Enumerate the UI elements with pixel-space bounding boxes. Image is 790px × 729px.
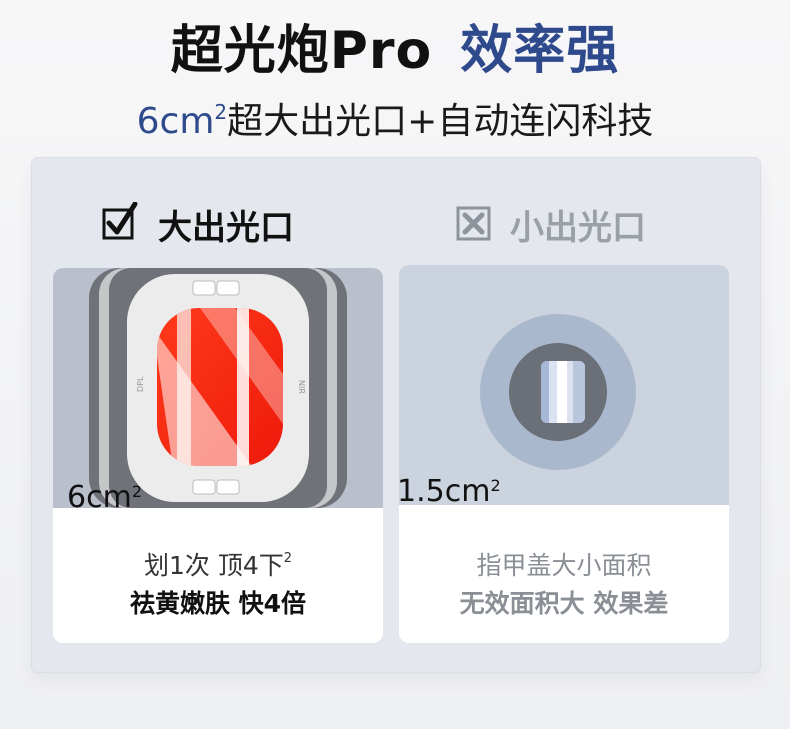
subtitle-number: 6cm xyxy=(136,101,215,142)
card-large-aperture: DPL NIR 6cm2 划1次 顶4下2 祛黄嫩肤 快4倍 xyxy=(53,268,383,643)
caption-small-line1: 指甲盖大小面积 xyxy=(476,551,652,580)
device-small-image xyxy=(399,265,729,505)
card-small-aperture: 1.5cm2 指甲盖大小面积 无效面积大 效果差 xyxy=(399,265,729,643)
subtitle-text: 超大出光口+自动连闪科技 xyxy=(227,101,654,142)
caption-large-line2: 祛黄嫩肤 快4倍 xyxy=(129,589,307,618)
page-title: 超光炮Pro 效率强 xyxy=(0,8,790,83)
subtitle-superscript: 2 xyxy=(214,100,228,124)
area-large-label: 6cm2 xyxy=(67,480,142,515)
checkbox-checked-icon xyxy=(102,202,138,240)
device-large-image: DPL NIR xyxy=(53,268,383,508)
device-label-right: NIR xyxy=(297,380,306,394)
caption-large-text1: 划1次 顶4下 xyxy=(143,551,284,580)
heading-large-label: 大出光口 xyxy=(158,207,294,248)
device-label-left: DPL xyxy=(136,376,145,392)
page-subtitle: 6cm2超大出光口+自动连闪科技 xyxy=(0,92,790,144)
heading-large-aperture: 大出光口 xyxy=(102,198,294,250)
caption-large-sup: 2 xyxy=(283,551,293,566)
area-small-value: 1.5cm xyxy=(399,474,491,509)
checkbox-crossed-icon xyxy=(456,206,491,241)
title-accent: 效率强 xyxy=(460,21,620,81)
caption-small-line2: 无效面积大 效果差 xyxy=(459,589,669,618)
area-small-label: 1.5cm2 xyxy=(399,474,501,509)
title-main: 超光炮Pro xyxy=(170,21,433,81)
heading-small-aperture: 小出光口 xyxy=(456,198,646,250)
area-large-value: 6cm xyxy=(67,480,132,515)
caption-large-line1: 划1次 顶4下2 xyxy=(53,546,383,582)
heading-small-label: 小出光口 xyxy=(510,207,646,248)
area-small-sup: 2 xyxy=(490,476,501,495)
area-large-sup: 2 xyxy=(131,482,142,501)
